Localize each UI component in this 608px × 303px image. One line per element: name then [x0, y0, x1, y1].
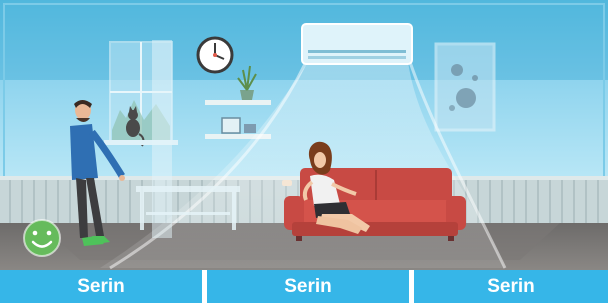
- tab-serin-2[interactable]: Serin: [207, 270, 409, 303]
- tab-serin-3[interactable]: Serin: [414, 270, 608, 303]
- air-conditioner-icon: [301, 23, 413, 65]
- smiley-icon[interactable]: [23, 219, 61, 257]
- tab-serin-1[interactable]: Serin: [0, 270, 202, 303]
- room-illustration: [0, 0, 608, 270]
- wall-clock-icon: [196, 36, 234, 74]
- photo-frame: [221, 117, 241, 134]
- framed-picture: [434, 42, 496, 132]
- glass-column: [152, 40, 172, 238]
- mode-tab-bar: Serin Serin Serin: [0, 270, 608, 303]
